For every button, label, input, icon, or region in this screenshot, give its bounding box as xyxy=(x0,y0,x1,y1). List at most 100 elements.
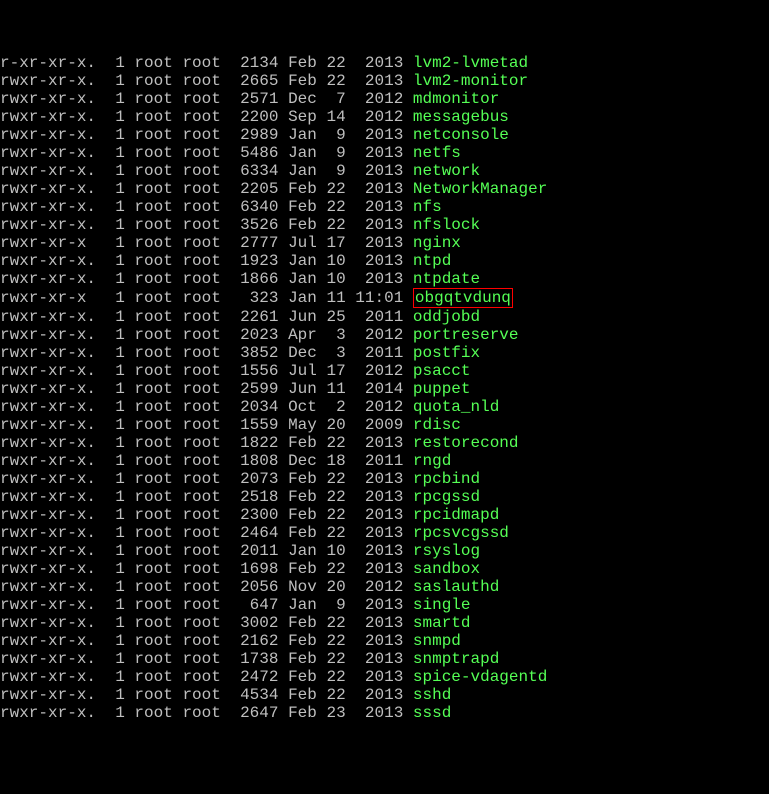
owner: root xyxy=(125,326,173,344)
filename: NetworkManager xyxy=(413,180,547,198)
filename-highlighted: obgqtvdunq xyxy=(413,288,513,308)
modification-date: Feb 22 2013 xyxy=(278,686,412,704)
owner: root xyxy=(125,668,173,686)
file-size: 2665 xyxy=(221,72,279,90)
modification-date: Feb 22 2013 xyxy=(278,650,412,668)
modification-date: Jan 10 2013 xyxy=(278,270,412,288)
link-count: 1 xyxy=(106,90,125,108)
file-listing-row: rwxr-xr-x. 1 root root 1866 Jan 10 2013 … xyxy=(0,270,769,288)
link-count: 1 xyxy=(106,506,125,524)
group: root xyxy=(173,162,221,180)
permissions: rwxr-xr-x. xyxy=(0,524,106,542)
permissions: rwxr-xr-x. xyxy=(0,452,106,470)
filename: netconsole xyxy=(413,126,509,144)
permissions: rwxr-xr-x. xyxy=(0,542,106,560)
link-count: 1 xyxy=(106,362,125,380)
permissions: rwxr-xr-x. xyxy=(0,416,106,434)
file-listing-row: rwxr-xr-x. 1 root root 2023 Apr 3 2012 p… xyxy=(0,326,769,344)
group: root xyxy=(173,344,221,362)
group: root xyxy=(173,90,221,108)
owner: root xyxy=(125,560,173,578)
owner: root xyxy=(125,108,173,126)
file-size: 5486 xyxy=(221,144,279,162)
permissions: rwxr-xr-x. xyxy=(0,72,106,90)
modification-date: Jun 11 2014 xyxy=(278,380,412,398)
group: root xyxy=(173,198,221,216)
file-size: 4534 xyxy=(221,686,279,704)
link-count: 1 xyxy=(106,542,125,560)
filename: psacct xyxy=(413,362,471,380)
permissions: rwxr-xr-x. xyxy=(0,434,106,452)
file-size: 1698 xyxy=(221,560,279,578)
group: root xyxy=(173,704,221,722)
link-count: 1 xyxy=(106,488,125,506)
owner: root xyxy=(125,362,173,380)
link-count: 1 xyxy=(106,686,125,704)
link-count: 1 xyxy=(106,650,125,668)
link-count: 1 xyxy=(106,398,125,416)
file-listing-row: rwxr-xr-x. 1 root root 2989 Jan 9 2013 n… xyxy=(0,126,769,144)
modification-date: Jan 9 2013 xyxy=(278,596,412,614)
permissions: rwxr-xr-x. xyxy=(0,162,106,180)
file-size: 2073 xyxy=(221,470,279,488)
link-count: 1 xyxy=(106,560,125,578)
permissions: rwxr-xr-x. xyxy=(0,90,106,108)
permissions: r-xr-xr-x. xyxy=(0,54,106,72)
file-listing-row: rwxr-xr-x. 1 root root 4534 Feb 22 2013 … xyxy=(0,686,769,704)
permissions: rwxr-xr-x. xyxy=(0,144,106,162)
owner: root xyxy=(125,252,173,270)
owner: root xyxy=(125,542,173,560)
file-listing-row: rwxr-xr-x. 1 root root 3002 Feb 22 2013 … xyxy=(0,614,769,632)
modification-date: Jan 9 2013 xyxy=(278,144,412,162)
filename: rpcbind xyxy=(413,470,480,488)
file-listing-row: rwxr-xr-x. 1 root root 2073 Feb 22 2013 … xyxy=(0,470,769,488)
owner: root xyxy=(125,344,173,362)
file-listing-row: rwxr-xr-x. 1 root root 2034 Oct 2 2012 q… xyxy=(0,398,769,416)
modification-date: Jan 11 11:01 xyxy=(278,289,412,307)
file-listing-row: rwxr-xr-x. 1 root root 647 Jan 9 2013 si… xyxy=(0,596,769,614)
owner: root xyxy=(125,308,173,326)
filename: sandbox xyxy=(413,560,480,578)
filename: saslauthd xyxy=(413,578,499,596)
permissions: rwxr-xr-x. xyxy=(0,126,106,144)
file-listing-row: rwxr-xr-x. 1 root root 2647 Feb 23 2013 … xyxy=(0,704,769,722)
owner: root xyxy=(125,289,173,307)
permissions: rwxr-xr-x. xyxy=(0,704,106,722)
group: root xyxy=(173,252,221,270)
file-size: 2472 xyxy=(221,668,279,686)
owner: root xyxy=(125,650,173,668)
group: root xyxy=(173,270,221,288)
filename: mdmonitor xyxy=(413,90,499,108)
owner: root xyxy=(125,198,173,216)
modification-date: Feb 22 2013 xyxy=(278,560,412,578)
file-listing-row: rwxr-xr-x. 1 root root 2162 Feb 22 2013 … xyxy=(0,632,769,650)
file-listing-row: rwxr-xr-x. 1 root root 3852 Dec 3 2011 p… xyxy=(0,344,769,362)
modification-date: Feb 22 2013 xyxy=(278,488,412,506)
file-size: 6340 xyxy=(221,198,279,216)
link-count: 1 xyxy=(106,416,125,434)
link-count: 1 xyxy=(106,524,125,542)
file-size: 3002 xyxy=(221,614,279,632)
permissions: rwxr-xr-x. xyxy=(0,344,106,362)
permissions: rwxr-xr-x. xyxy=(0,560,106,578)
file-size: 1559 xyxy=(221,416,279,434)
file-size: 2205 xyxy=(221,180,279,198)
file-size: 2647 xyxy=(221,704,279,722)
file-size: 2011 xyxy=(221,542,279,560)
group: root xyxy=(173,308,221,326)
owner: root xyxy=(125,434,173,452)
modification-date: Feb 22 2013 xyxy=(278,72,412,90)
link-count: 1 xyxy=(106,108,125,126)
permissions: rwxr-xr-x. xyxy=(0,578,106,596)
group: root xyxy=(173,326,221,344)
file-listing-row: rwxr-xr-x. 1 root root 1698 Feb 22 2013 … xyxy=(0,560,769,578)
group: root xyxy=(173,416,221,434)
link-count: 1 xyxy=(106,270,125,288)
group: root xyxy=(173,596,221,614)
filename: single xyxy=(413,596,471,614)
modification-date: Feb 22 2013 xyxy=(278,434,412,452)
permissions: rwxr-xr-x xyxy=(0,234,106,252)
group: root xyxy=(173,542,221,560)
link-count: 1 xyxy=(106,308,125,326)
file-listing-row: rwxr-xr-x. 1 root root 2464 Feb 22 2013 … xyxy=(0,524,769,542)
